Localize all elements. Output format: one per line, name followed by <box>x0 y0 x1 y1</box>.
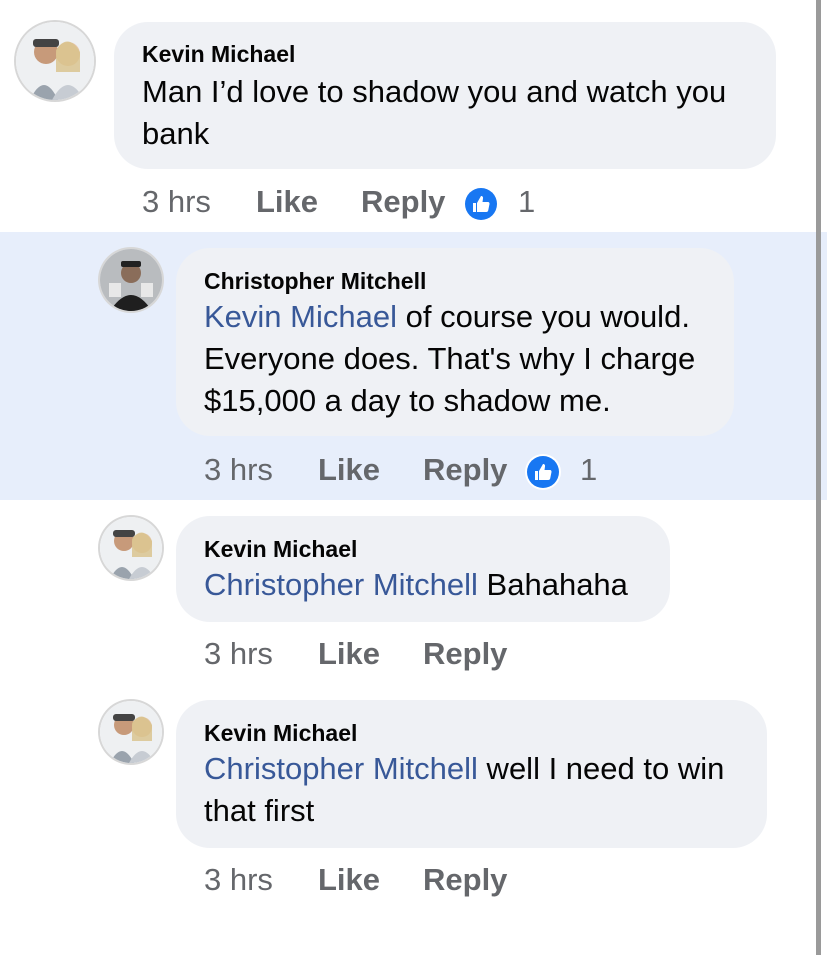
comment-author[interactable]: Kevin Michael <box>204 536 357 563</box>
mention-link[interactable]: Christopher Mitchell <box>204 567 478 602</box>
reply-button[interactable]: Reply <box>423 452 507 488</box>
comment-author[interactable]: Christopher Mitchell <box>204 268 426 295</box>
comment-text: Man I’d love to shadow you and watch you… <box>142 71 762 155</box>
comment-timestamp[interactable]: 3 hrs <box>204 636 273 672</box>
comment-timestamp[interactable]: 3 hrs <box>204 862 273 898</box>
comment-text: Christopher Mitchell Bahahaha <box>204 564 664 606</box>
avatar[interactable] <box>100 517 162 579</box>
avatar-couple-image <box>100 517 162 579</box>
comment-text: Christopher Mitchell well I need to win … <box>204 748 754 832</box>
comment-timestamp[interactable]: 3 hrs <box>204 452 273 488</box>
comment-timestamp[interactable]: 3 hrs <box>142 184 211 220</box>
comment-actions: 3 hrs Like Reply <box>204 636 524 676</box>
avatar[interactable] <box>100 249 162 311</box>
like-thumb-icon[interactable] <box>465 188 497 220</box>
like-button[interactable]: Like <box>318 636 380 672</box>
reply-button[interactable]: Reply <box>423 636 507 672</box>
comment-author[interactable]: Kevin Michael <box>142 41 295 68</box>
avatar[interactable] <box>100 701 162 763</box>
avatar[interactable] <box>16 22 94 100</box>
like-thumb-icon[interactable] <box>527 456 559 488</box>
comment-actions: 3 hrs Like Reply <box>204 862 524 902</box>
comment-body: Man I’d love to shadow you and watch you… <box>142 74 727 151</box>
reply-button[interactable]: Reply <box>361 184 445 220</box>
mention-link[interactable]: Christopher Mitchell <box>204 751 478 786</box>
like-button[interactable]: Like <box>318 862 380 898</box>
reply-button[interactable]: Reply <box>423 862 507 898</box>
like-button[interactable]: Like <box>318 452 380 488</box>
comment-author[interactable]: Kevin Michael <box>204 720 357 747</box>
avatar-man-image <box>100 249 162 311</box>
mention-link[interactable]: Kevin Michael <box>204 299 397 334</box>
comment-actions: 3 hrs Like Reply 1 <box>204 452 624 492</box>
scrollbar[interactable] <box>816 0 821 955</box>
avatar-couple-image <box>100 701 162 763</box>
comment-body: Bahahaha <box>477 567 628 602</box>
comment-actions: 3 hrs Like Reply 1 <box>142 184 562 224</box>
comment-text: Kevin Michael of course you would. Every… <box>204 296 714 422</box>
avatar-couple-image <box>16 22 94 100</box>
reaction-count[interactable]: 1 <box>518 184 535 220</box>
reaction-count[interactable]: 1 <box>580 452 597 488</box>
like-button[interactable]: Like <box>256 184 318 220</box>
